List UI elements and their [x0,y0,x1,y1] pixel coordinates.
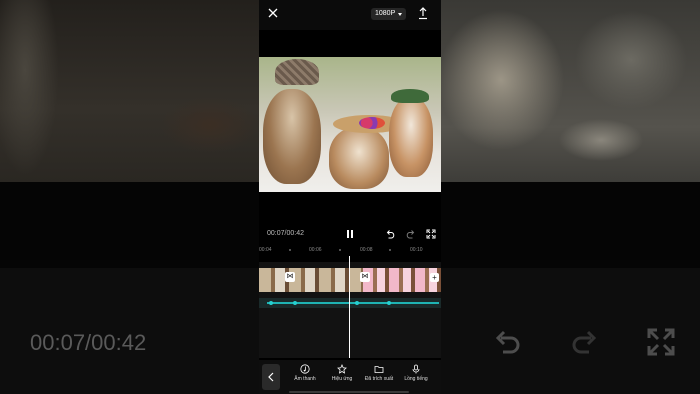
playback-controls: 00:07/00:42 [259,228,441,242]
effects-star-icon [337,364,347,374]
dog-left [263,89,321,184]
dog-right [389,97,433,177]
chevron-left-icon [268,372,274,382]
back-button[interactable] [262,364,280,390]
video-preview[interactable] [259,57,441,192]
top-bar: 1080P [259,0,441,30]
tool-label: Âm thanh [294,376,316,382]
timeline[interactable]: ⋈ ⋈ + [259,262,441,358]
tool-extracted[interactable]: Đã trích xuất [363,364,395,382]
dog-middle [329,127,389,189]
add-clip-icon[interactable]: + [430,273,439,282]
background-timecode: 00:07/00:42 [30,330,147,355]
tool-label: Hiệu ứng [331,376,353,382]
audio-track[interactable] [259,298,441,308]
home-indicator [289,391,409,393]
green-cap [391,89,429,103]
video-clip[interactable] [259,268,363,292]
chevron-down-icon [398,12,403,16]
fullscreen-icon[interactable] [425,228,437,240]
time-ruler: 00:04 00:06 00:08 00:10 [259,244,441,256]
background-right [441,0,700,394]
flower-decoration [359,117,385,129]
music-note-icon [300,364,310,374]
background-redo-icon [572,330,597,354]
bottom-toolbar: Âm thanh Hiệu ứng Đã trích xuất Lồng tiế… [259,360,441,394]
undo-icon[interactable] [384,228,396,240]
playhead[interactable] [349,256,350,358]
export-icon[interactable] [417,6,429,20]
extracted-folder-icon [374,366,384,373]
ruler-label: 00:08 [360,247,373,253]
resolution-dropdown[interactable]: 1080P [371,8,407,20]
transition-icon[interactable]: ⋈ [360,272,370,282]
transition-icon[interactable]: ⋈ [285,272,295,282]
video-editor: 1080P 00:07/00:42 00:04 00:06 00:08 00:1… [259,0,441,394]
resolution-label: 1080P [375,10,396,17]
tool-voiceover[interactable]: Lồng tiếng [400,364,432,382]
timecode: 00:07/00:42 [267,230,304,237]
background-photo-right [441,0,700,182]
plaid-cap [275,59,319,85]
background-undo-icon [495,330,520,354]
background-fullscreen-icon [647,328,675,356]
tool-label: Lồng tiếng [404,376,428,382]
ruler-label: 00:10 [410,247,423,253]
redo-icon[interactable] [405,228,417,240]
pause-icon[interactable] [344,228,356,240]
background-photo-left [0,0,259,182]
microphone-icon [412,364,420,374]
tool-label: Đã trích xuất [364,376,394,382]
ruler-label: 00:04 [259,247,272,253]
background-left: 00:07/00:42 [0,0,259,394]
close-icon[interactable] [267,7,279,19]
ruler-label: 00:06 [309,247,322,253]
tool-audio[interactable]: Âm thanh [289,364,321,382]
tool-effects[interactable]: Hiệu ứng [326,364,358,382]
